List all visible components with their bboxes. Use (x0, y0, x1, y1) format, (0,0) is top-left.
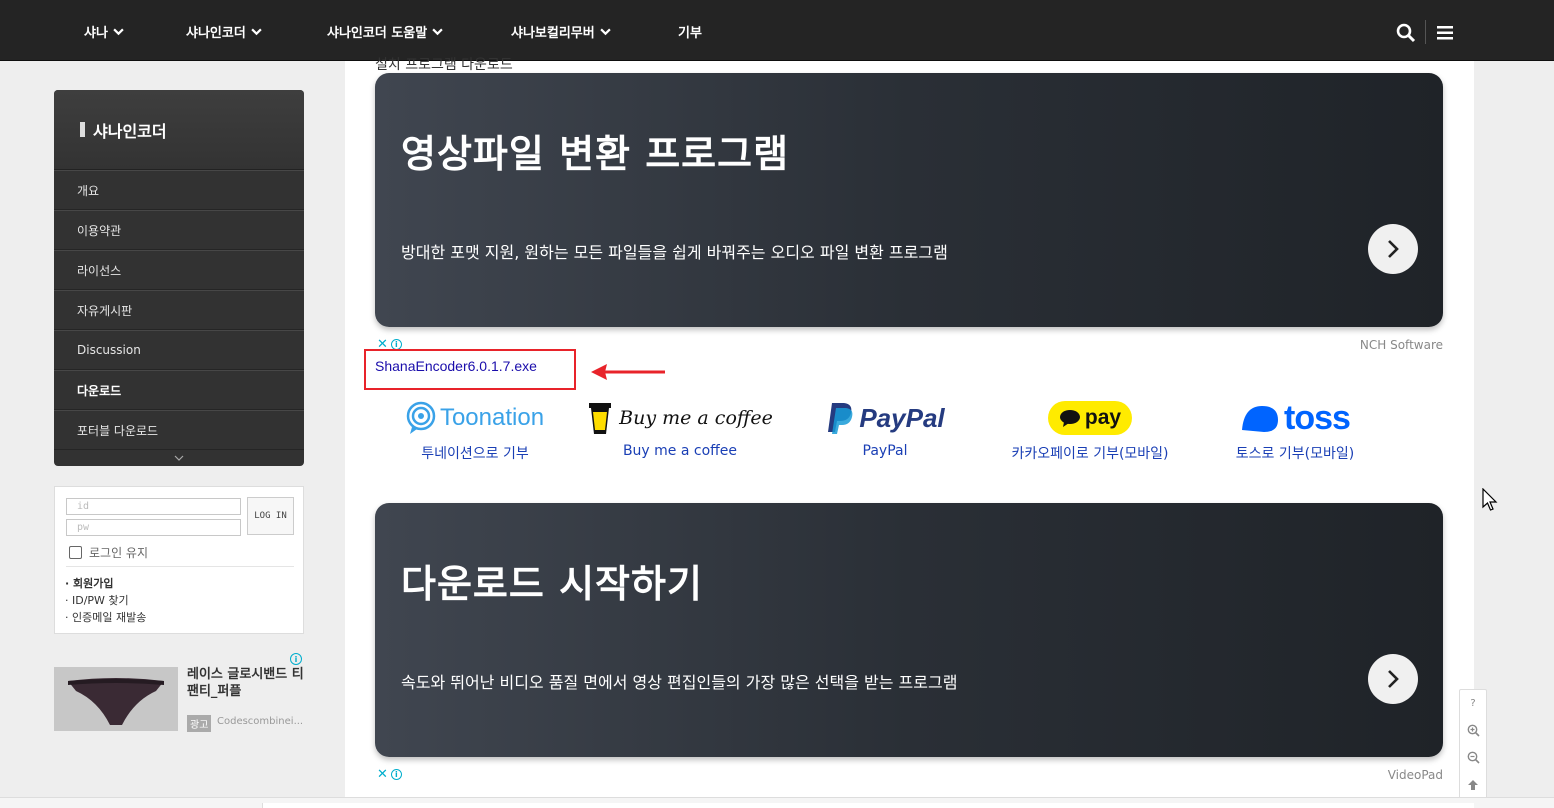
hamburger-icon[interactable] (1436, 24, 1454, 42)
section-title: 설치 프로그램 다운로드 (375, 57, 513, 73)
side-ad[interactable]: 레이스 글로시밴드 티팬티_퍼플 광고 Codescombinei... i (54, 653, 304, 733)
sidebar-item-terms[interactable]: 이용약관 (54, 210, 304, 250)
remember-login[interactable]: 로그인 유지 (69, 544, 148, 561)
banner-title: 다운로드 시작하기 (401, 562, 703, 606)
kakaopay-logo: pay (1048, 401, 1132, 435)
sidebar-more-button[interactable] (54, 450, 304, 466)
ad-source: Codescombinei... (217, 716, 304, 727)
donate-buymeacoffee-label: Buy me a coffee (622, 443, 738, 459)
chevron-right-icon (1388, 670, 1399, 688)
login-button[interactable]: LOG IN (247, 497, 294, 535)
donate-kakaopay-label: 카카오페이로 기부(모바일) (1011, 446, 1169, 462)
zoom-out-icon (1467, 751, 1480, 764)
donate-paypal-label: PayPal (862, 443, 908, 459)
zoom-in-icon (1467, 724, 1480, 737)
nav-item-vocal-remover[interactable]: 샤나보컬리무버 (511, 22, 611, 41)
page-tools: ? (1459, 689, 1487, 799)
toonation-logo: Toonation (439, 404, 545, 431)
remember-checkbox[interactable] (69, 546, 82, 559)
donate-buymeacoffee[interactable]: Buy me a coffee Buy me a coffee (585, 396, 775, 459)
sidebar-item-freeboard[interactable]: 자유게시판 (54, 290, 304, 330)
sidebar-item-license[interactable]: 라이선스 (54, 250, 304, 290)
sidebar-item-overview[interactable]: 개요 (54, 170, 304, 210)
banner-arrow-button[interactable] (1368, 654, 1418, 704)
donate-toonation[interactable]: Toonation 투네이션으로 기부 (375, 396, 575, 463)
find-idpw-link[interactable]: · ID/PW 찾기 (65, 592, 129, 608)
donation-options: Toonation 투네이션으로 기부 Buy me a coffee Buy … (375, 396, 1443, 466)
toss-logo: toss (1284, 398, 1351, 437)
ad-badge: 광고 (187, 715, 212, 732)
login-box: id pw LOG IN 로그인 유지 · 회원가입 · ID/PW 찾기 · … (54, 486, 304, 634)
close-icon[interactable]: ✕ (377, 767, 388, 782)
sidebar-item-portable-download[interactable]: 포터블 다운로드 (54, 410, 304, 450)
signup-link[interactable]: · 회원가입 (65, 575, 114, 591)
sidebar-title: 샤나인코더 (54, 90, 304, 170)
banner-download-start[interactable]: 다운로드 시작하기 속도와 뛰어난 비디오 품질 면에서 영상 편집인들의 가장… (375, 503, 1443, 757)
donate-toonation-label: 투네이션으로 기부 (421, 446, 529, 462)
nav-item-shana[interactable]: 샤나 (84, 22, 124, 41)
donate-toss-label: 토스로 기부(모바일) (1235, 446, 1355, 462)
lingerie-image (54, 667, 178, 731)
nav-item-shanaencoder[interactable]: 샤나인코더 (186, 22, 262, 41)
resend-email-link[interactable]: · 인증메일 재발송 (65, 609, 146, 625)
chevron-down-icon (600, 28, 611, 36)
ad-title[interactable]: 레이스 글로시밴드 티팬티_퍼플 (187, 666, 304, 700)
coffee-cup-icon (589, 403, 612, 434)
title-bar-icon (80, 122, 85, 137)
ad-choices[interactable]: ✕ i (377, 767, 402, 782)
info-icon[interactable]: i (390, 769, 402, 780)
buymeacoffee-logo: Buy me a coffee (619, 407, 773, 429)
banner-title: 영상파일 변환 프로그램 (401, 132, 790, 176)
donate-paypal[interactable]: PayPal PayPal (815, 396, 955, 459)
nav-divider (1425, 20, 1426, 44)
sidebar-item-discussion[interactable]: Discussion (54, 330, 304, 370)
chevron-down-icon (251, 28, 262, 36)
banner-arrow-button[interactable] (1368, 224, 1418, 274)
donate-kakaopay[interactable]: pay 카카오페이로 기부(모바일) (995, 396, 1185, 463)
chevron-right-icon (1388, 240, 1399, 258)
pw-input[interactable]: pw (66, 519, 241, 536)
zoom-out-button[interactable] (1460, 744, 1486, 771)
sidebar-menu: 샤나인코더 개요 이용약관 라이선스 자유게시판 Discussion 다운로드… (54, 90, 304, 466)
chevron-down-icon (113, 28, 124, 36)
login-divider (66, 566, 294, 567)
arrow-left-icon (591, 364, 665, 380)
mouse-cursor-icon (1482, 488, 1498, 511)
banner-converter[interactable]: 영상파일 변환 프로그램 방대한 포맷 지원, 원하는 모든 파일들을 쉽게 바… (375, 73, 1443, 327)
banner-description: 속도와 뛰어난 비디오 품질 면에서 영상 편집인들의 가장 많은 선택을 받는… (401, 673, 958, 692)
download-file-link[interactable]: ShanaEncoder6.0.1.7.exe (375, 358, 537, 374)
bottom-ad-strip (262, 803, 1474, 808)
banner-description: 방대한 포맷 지원, 원하는 모든 파일들을 쉽게 바꿔주는 오디오 파일 변환… (401, 243, 948, 262)
sidebar-item-download[interactable]: 다운로드 (54, 370, 304, 410)
toonation-icon (406, 401, 436, 434)
paypal-icon (828, 403, 853, 434)
chevron-down-icon (174, 455, 184, 461)
arrow-up-icon (1468, 779, 1478, 790)
main-content: 설치 프로그램 다운로드 영상파일 변환 프로그램 방대한 포맷 지원, 원하는… (345, 57, 1474, 808)
ad-brand[interactable]: VideoPad (1388, 768, 1443, 782)
toss-icon (1242, 406, 1279, 432)
search-icon[interactable] (1396, 23, 1416, 43)
nav-item-help[interactable]: 샤나인코더 도움말 (327, 22, 443, 41)
nav-item-donate[interactable]: 기부 (678, 22, 702, 41)
donate-toss[interactable]: toss 토스로 기부(모바일) (1225, 396, 1365, 463)
scroll-top-button[interactable] (1460, 771, 1486, 798)
help-button[interactable]: ? (1460, 690, 1486, 717)
zoom-in-button[interactable] (1460, 717, 1486, 744)
ad-brand[interactable]: NCH Software (1360, 338, 1443, 352)
speech-bubble-icon (1059, 410, 1080, 427)
ad-info-icon[interactable]: i (290, 653, 302, 665)
top-navigation: 샤나 샤나인코더 샤나인코더 도움말 샤나보컬리무버 기부 (0, 0, 1554, 61)
paypal-logo: PayPal (859, 402, 945, 433)
ad-image[interactable] (54, 667, 178, 731)
id-input[interactable]: id (66, 498, 241, 515)
chevron-down-icon (432, 28, 443, 36)
